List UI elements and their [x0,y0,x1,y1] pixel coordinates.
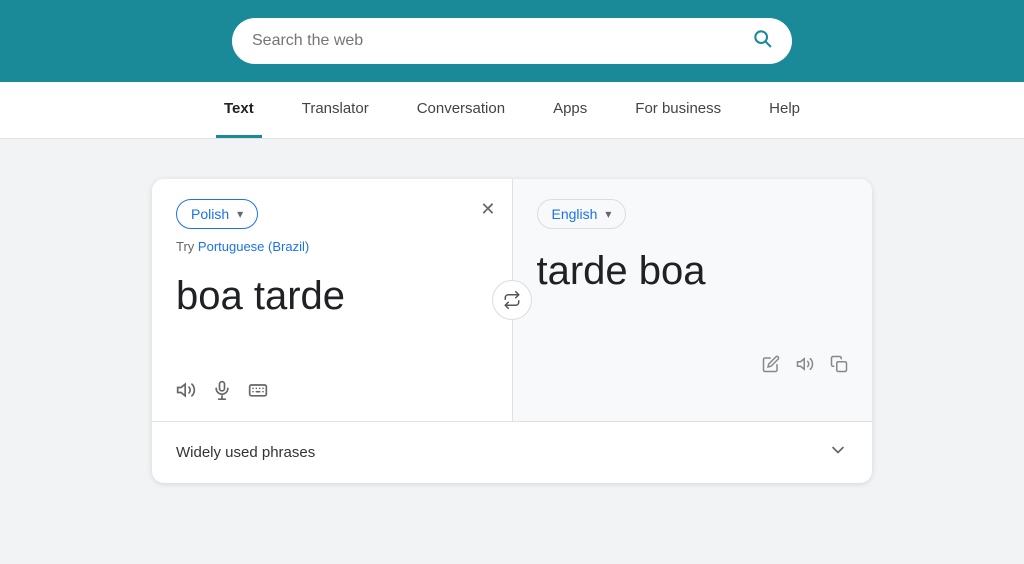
speak-source-button[interactable] [176,380,196,405]
source-text[interactable]: boa tarde [176,272,488,320]
search-icon[interactable] [752,28,772,54]
swap-languages-button[interactable] [492,280,532,320]
phrases-chevron-icon [828,440,848,465]
copy-translation-button[interactable] [830,355,848,378]
main-content: Polish ▾ Try Portuguese (Brazil) boa tar… [0,139,1024,503]
microphone-button[interactable] [212,380,232,405]
search-bar[interactable] [232,18,792,64]
phrases-row[interactable]: Widely used phrases [152,422,872,483]
target-lang-arrow-icon: ▾ [605,207,611,221]
suggestion-link[interactable]: Portuguese (Brazil) [198,239,309,254]
source-lang-label: Polish [191,206,229,222]
keyboard-button[interactable] [248,380,268,405]
phrases-label: Widely used phrases [176,444,315,461]
source-lang-arrow-icon: ▾ [237,207,243,221]
header [0,0,1024,82]
nav-item-apps[interactable]: Apps [545,82,595,138]
nav: Text Translator Conversation Apps For bu… [0,82,1024,139]
target-lang-selector[interactable]: English ▾ [537,199,627,229]
target-text: tarde boa [537,247,849,295]
source-actions [176,380,488,405]
translation-area: Polish ▾ Try Portuguese (Brazil) boa tar… [152,179,872,421]
target-panel: English ▾ tarde boa [513,179,873,421]
clear-button[interactable]: ✕ [480,199,495,220]
nav-item-conversation[interactable]: Conversation [409,82,513,138]
nav-item-help[interactable]: Help [761,82,808,138]
language-suggestion: Try Portuguese (Brazil) [176,239,488,254]
nav-item-for-business[interactable]: For business [627,82,729,138]
nav-item-translator[interactable]: Translator [294,82,377,138]
target-actions [537,355,849,378]
speak-target-button[interactable] [796,355,814,378]
source-panel: Polish ▾ Try Portuguese (Brazil) boa tar… [152,179,512,421]
edit-translation-button[interactable] [762,355,780,378]
source-lang-selector[interactable]: Polish ▾ [176,199,258,229]
target-lang-label: English [552,206,598,222]
nav-item-text[interactable]: Text [216,82,262,138]
translator-card: Polish ▾ Try Portuguese (Brazil) boa tar… [152,179,872,483]
search-input[interactable] [252,32,742,50]
